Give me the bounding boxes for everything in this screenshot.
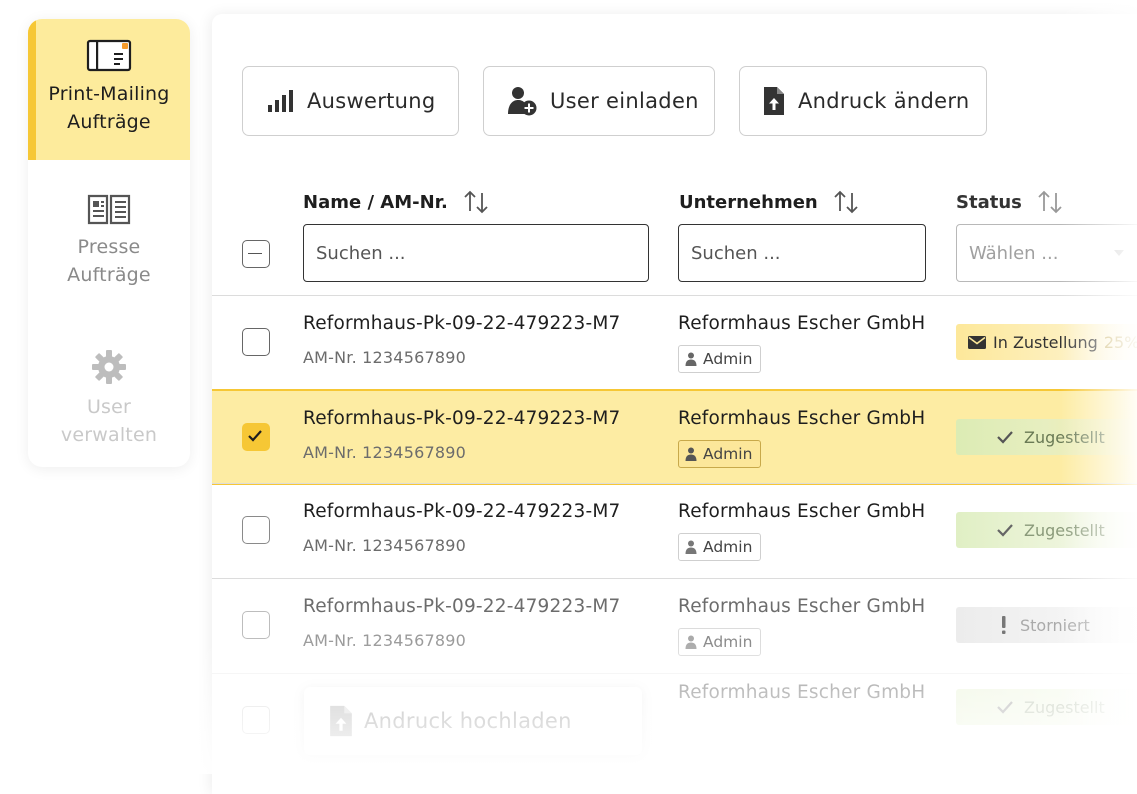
- auswertung-label: Auswertung: [307, 89, 436, 113]
- sidebar-item-user-verwalten[interactable]: User verwalten: [28, 347, 190, 449]
- name-search-input[interactable]: [303, 224, 649, 282]
- file-upload-icon: [330, 705, 352, 737]
- status-badge: Zugestellt: [956, 512, 1137, 548]
- table-row-selected[interactable]: Reformhaus-Pk-09-22-479223-M7 AM-Nr. 123…: [212, 389, 1137, 485]
- row-checkbox[interactable]: [242, 423, 270, 451]
- status-label: In Zustellung: [993, 332, 1098, 352]
- sidebar-item-label: Aufträge: [67, 264, 151, 286]
- company-search-input[interactable]: [678, 224, 926, 282]
- role-badge: Admin: [678, 533, 762, 561]
- column-header-name[interactable]: Name / AM-Nr.: [303, 189, 490, 215]
- status-label: Storniert: [1020, 615, 1090, 635]
- sidebar-item-label: Aufträge: [67, 111, 151, 133]
- print-mailing-icon: [86, 39, 132, 72]
- row-checkbox[interactable]: [242, 516, 270, 544]
- person-icon: [685, 352, 697, 366]
- status-progress: 25%: [1103, 332, 1137, 352]
- role-badge: Admin: [678, 440, 762, 468]
- andruck-aendern-label: Andruck ändern: [798, 89, 970, 113]
- sort-icon[interactable]: [1036, 189, 1064, 215]
- role-label: Admin: [703, 538, 753, 556]
- table-row[interactable]: Reformhaus-Pk-09-22-479223-M7 AM-Nr. 123…: [212, 578, 1137, 673]
- sidebar-item-label: Print-Mailing: [48, 83, 170, 105]
- order-name[interactable]: Reformhaus-Pk-09-22-479223-M7: [303, 501, 620, 522]
- am-number: AM-Nr. 1234567890: [303, 536, 466, 555]
- status-label: Zugestellt: [1024, 427, 1105, 447]
- user-einladen-label: User einladen: [550, 89, 699, 113]
- role-label: Admin: [703, 350, 753, 368]
- column-header-company[interactable]: Unternehmen: [679, 189, 860, 215]
- company-name: Reformhaus Escher GmbH: [678, 408, 926, 429]
- envelope-icon: [968, 335, 986, 349]
- auswertung-button[interactable]: Auswertung: [242, 66, 459, 136]
- sidebar-item-print-mailing[interactable]: Print-Mailing Aufträge: [28, 19, 190, 160]
- company-name: Reformhaus Escher GmbH: [678, 501, 926, 522]
- sidebar-item-label: User: [86, 396, 132, 418]
- chevron-down-icon: [1114, 250, 1124, 256]
- andruck-hochladen-button[interactable]: Andruck hochladen: [304, 687, 642, 755]
- am-number: AM-Nr. 1234567890: [303, 631, 466, 650]
- order-name[interactable]: Reformhaus-Pk-09-22-479223-M7: [303, 408, 620, 429]
- column-header-status[interactable]: Status: [956, 189, 1064, 215]
- table-row[interactable]: Reformhaus-Pk-09-22-479223-M7 AM-Nr. 123…: [212, 295, 1137, 390]
- order-name[interactable]: Reformhaus-Pk-09-22-479223-M7: [303, 596, 620, 617]
- table-row[interactable]: Reformhaus-Pk-09-22-479223-M7 AM-Nr. 123…: [212, 483, 1137, 578]
- person-icon: [685, 540, 697, 554]
- am-number: AM-Nr. 1234567890: [303, 348, 466, 367]
- company-name: Reformhaus Escher GmbH: [678, 313, 926, 334]
- column-header-company-label: Unternehmen: [679, 191, 818, 213]
- sidebar-item-presse[interactable]: Presse Aufträge: [28, 191, 190, 289]
- check-icon: [997, 524, 1013, 537]
- sidebar: Print-Mailing Aufträge Presse Aufträge U…: [28, 19, 190, 467]
- am-number: AM-Nr. 1234567890: [303, 443, 466, 462]
- status-badge: Storniert: [956, 607, 1137, 643]
- role-label: Admin: [703, 633, 753, 651]
- column-header-name-label: Name / AM-Nr.: [303, 191, 448, 213]
- role-badge: Admin: [678, 628, 762, 656]
- row-checkbox[interactable]: [242, 328, 270, 356]
- select-all-checkbox[interactable]: [242, 240, 270, 268]
- check-icon: [997, 701, 1013, 714]
- person-icon: [685, 635, 697, 649]
- bar-chart-icon: [268, 90, 293, 112]
- file-upload-icon: [764, 87, 784, 115]
- check-icon: [997, 431, 1013, 444]
- column-header-status-label: Status: [956, 191, 1022, 213]
- order-name[interactable]: Reformhaus-Pk-09-22-479223-M7: [303, 313, 620, 334]
- person-icon: [685, 447, 697, 461]
- user-einladen-button[interactable]: User einladen: [483, 66, 715, 136]
- sort-icon[interactable]: [462, 189, 490, 215]
- role-badge: Admin: [678, 345, 762, 373]
- add-user-icon: [508, 87, 537, 116]
- status-label: Zugestellt: [1024, 697, 1105, 717]
- gear-icon: [92, 350, 126, 384]
- status-badge: In Zustellung 25%: [956, 324, 1137, 360]
- status-select[interactable]: [956, 224, 1137, 282]
- status-badge: Zugestellt: [956, 689, 1137, 725]
- exclamation-icon: [1002, 616, 1006, 634]
- andruck-aendern-button[interactable]: Andruck ändern: [739, 66, 987, 136]
- company-name: Reformhaus Escher GmbH: [678, 682, 926, 703]
- sort-icon[interactable]: [832, 189, 860, 215]
- checkmark-icon: [248, 430, 262, 442]
- role-label: Admin: [703, 445, 753, 463]
- sidebar-item-label: Presse: [77, 236, 141, 258]
- main-panel: Auswertung User einladen Andruck ändern …: [212, 14, 1137, 794]
- status-label: Zugestellt: [1024, 520, 1105, 540]
- row-checkbox[interactable]: [242, 611, 270, 639]
- newspaper-icon: [87, 194, 131, 225]
- company-name: Reformhaus Escher GmbH: [678, 596, 926, 617]
- sidebar-item-label: verwalten: [60, 424, 158, 446]
- status-badge: Zugestellt: [956, 419, 1137, 455]
- row-checkbox[interactable]: [242, 706, 270, 734]
- andruck-hochladen-label: Andruck hochladen: [364, 709, 572, 733]
